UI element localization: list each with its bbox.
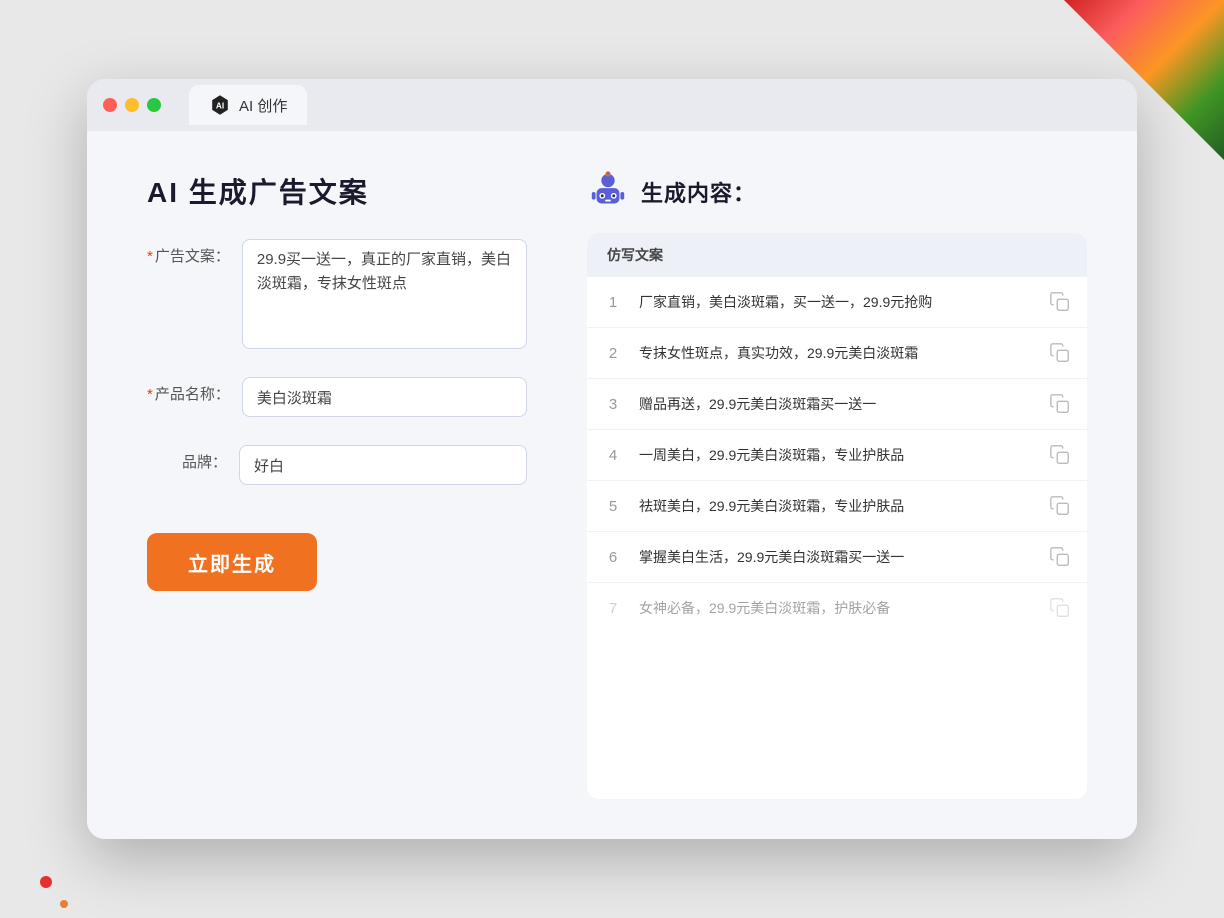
result-text: 掌握美白生活，29.9元美白淡斑霜买一送一 [639,547,1033,568]
copy-icon[interactable] [1049,342,1071,364]
right-panel: 生成内容： 仿写文案 1 厂家直销，美白淡斑霜，买一送一，29.9元抢购 2 专… [587,171,1087,799]
table-row: 6 掌握美白生活，29.9元美白淡斑霜买一送一 [587,532,1087,583]
result-number: 4 [603,447,623,464]
browser-window: AI AI 创作 AI 生成广告文案 *广告文案： 29.9买一送一，真正的厂家… [87,79,1137,839]
table-row: 1 厂家直销，美白淡斑霜，买一送一，29.9元抢购 [587,277,1087,328]
right-header: 生成内容： [587,171,1087,213]
tab-label: AI 创作 [239,95,287,116]
result-text: 赠品再送，29.9元美白淡斑霜买一送一 [639,394,1033,415]
close-button[interactable] [103,98,117,112]
robot-icon [587,171,629,213]
main-content: AI 生成广告文案 *广告文案： 29.9买一送一，真正的厂家直销，美白淡斑霜，… [87,131,1137,839]
results-list: 1 厂家直销，美白淡斑霜，买一送一，29.9元抢购 2 专抹女性斑点，真实功效，… [587,277,1087,633]
result-text: 厂家直销，美白淡斑霜，买一送一，29.9元抢购 [639,292,1033,313]
copy-icon[interactable] [1049,495,1071,517]
brand-label: 品牌： [147,445,227,481]
result-text: 一周美白，29.9元美白淡斑霜，专业护肤品 [639,445,1033,466]
result-number: 2 [603,345,623,362]
title-bar: AI AI 创作 [87,79,1137,131]
right-panel-title: 生成内容： [641,176,756,208]
copy-icon[interactable] [1049,393,1071,415]
page-title: AI 生成广告文案 [147,171,527,211]
maximize-button[interactable] [147,98,161,112]
copy-icon[interactable] [1049,597,1071,619]
result-number: 7 [603,600,623,617]
result-number: 6 [603,549,623,566]
left-panel: AI 生成广告文案 *广告文案： 29.9买一送一，真正的厂家直销，美白淡斑霜，… [147,171,527,799]
result-number: 5 [603,498,623,515]
ad-copy-label: *广告文案： [147,239,230,275]
ai-tab-icon: AI [209,94,231,116]
svg-text:AI: AI [216,102,224,111]
copy-icon[interactable] [1049,444,1071,466]
ad-copy-input[interactable]: 29.9买一送一，真正的厂家直销，美白淡斑霜，专抹女性斑点 [242,239,527,349]
generate-button[interactable]: 立即生成 [147,533,317,591]
tab-ai-creation[interactable]: AI AI 创作 [189,85,307,125]
table-row: 2 专抹女性斑点，真实功效，29.9元美白淡斑霜 [587,328,1087,379]
results-table: 仿写文案 1 厂家直销，美白淡斑霜，买一送一，29.9元抢购 2 专抹女性斑点，… [587,233,1087,799]
decorative-dots [0,838,80,918]
product-name-form-group: *产品名称： 美白淡斑霜 [147,377,527,417]
traffic-lights [103,98,161,112]
ad-copy-form-group: *广告文案： 29.9买一送一，真正的厂家直销，美白淡斑霜，专抹女性斑点 [147,239,527,349]
copy-icon[interactable] [1049,546,1071,568]
result-number: 1 [603,294,623,311]
required-star-ad: * [147,248,153,265]
result-text: 祛斑美白，29.9元美白淡斑霜，专业护肤品 [639,496,1033,517]
product-name-label: *产品名称： [147,377,230,413]
result-text: 专抹女性斑点，真实功效，29.9元美白淡斑霜 [639,343,1033,364]
table-row: 7 女神必备，29.9元美白淡斑霜，护肤必备 [587,583,1087,633]
product-name-input[interactable]: 美白淡斑霜 [242,377,527,417]
copy-icon[interactable] [1049,291,1071,313]
minimize-button[interactable] [125,98,139,112]
result-text: 女神必备，29.9元美白淡斑霜，护肤必备 [639,598,1033,619]
required-star-product: * [147,386,153,403]
result-number: 3 [603,396,623,413]
results-header: 仿写文案 [587,233,1087,277]
brand-form-group: 品牌： 好白 [147,445,527,485]
brand-input[interactable]: 好白 [239,445,527,485]
table-row: 4 一周美白，29.9元美白淡斑霜，专业护肤品 [587,430,1087,481]
table-row: 5 祛斑美白，29.9元美白淡斑霜，专业护肤品 [587,481,1087,532]
table-row: 3 赠品再送，29.9元美白淡斑霜买一送一 [587,379,1087,430]
